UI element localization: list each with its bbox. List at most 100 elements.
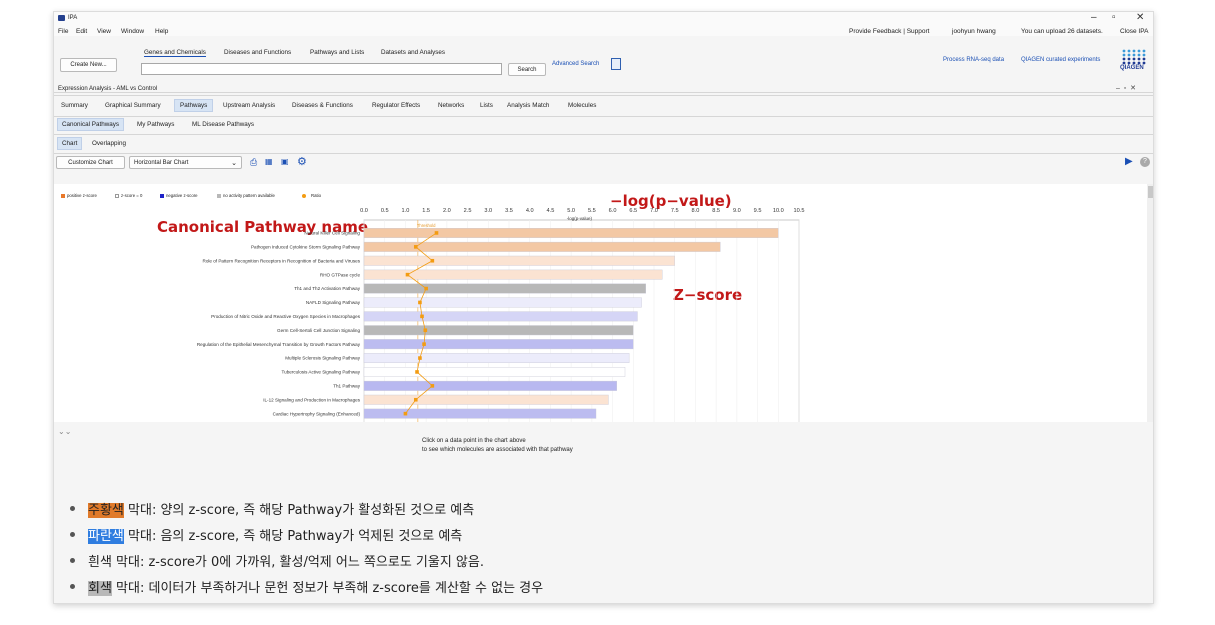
pathway-label: Th1 and Th2 Activation Pathway — [294, 286, 361, 291]
tab-summary[interactable]: Summary — [61, 102, 88, 109]
image-export-icon[interactable]: ▣ — [281, 157, 289, 166]
x-tick-label: 1.5 — [422, 208, 430, 214]
pathway-label: Multiple Sclerosis Signaling Pathway — [285, 356, 361, 361]
x-tick-label: 8.0 — [692, 208, 700, 214]
pathway-label: Natural Killer Cell Signaling — [304, 231, 360, 236]
tab-lists[interactable]: Lists — [480, 102, 493, 109]
search-tab-datasets[interactable]: Datasets and Analyses — [381, 49, 445, 56]
restore-icon[interactable]: ▫ — [1112, 12, 1116, 23]
tab-graphical-summary[interactable]: Graphical Summary — [105, 102, 161, 109]
create-new-button[interactable]: Create New... — [60, 58, 117, 72]
export-icon[interactable]: ▦ — [265, 157, 273, 166]
threshold-label: Threshold — [417, 223, 436, 228]
ratio-point — [413, 245, 418, 249]
divider — [54, 134, 1153, 135]
pathway-label: Th1 Pathway — [333, 383, 361, 388]
minimize-icon[interactable]: – — [1091, 12, 1097, 23]
gear-icon[interactable]: ⚙ — [297, 155, 307, 168]
pathway-label: Role of Pattern Recognition Receptors in… — [203, 258, 361, 263]
x-tick-label: 0.0 — [360, 208, 368, 214]
analysis-title: Expression Analysis - AML vs Control — [58, 86, 158, 92]
x-axis-label: -log(p-value) — [567, 216, 593, 221]
ratio-point — [430, 258, 435, 263]
advanced-search-link[interactable]: Advanced Search — [552, 61, 599, 67]
play-icon[interactable]: ▶ — [1125, 156, 1133, 167]
tab-pathways[interactable]: Pathways — [174, 99, 214, 112]
x-tick-label: 4.0 — [526, 208, 534, 214]
note-text: 막대: 데이터가 부족하거나 문헌 정보가 부족해 z-score를 계산할 수… — [111, 581, 544, 596]
x-tick-label: 1.0 — [402, 208, 410, 214]
menu-view[interactable]: View — [97, 28, 111, 35]
menu-bar: File Edit View Window Help Provide Feedb… — [54, 25, 1153, 36]
search-tab-pathways[interactable]: Pathways and Lists — [310, 49, 364, 56]
bullet-dot — [70, 584, 75, 589]
search-tab-diseases[interactable]: Diseases and Functions — [224, 49, 291, 56]
note-text: 막대: 양의 z-score, 즉 해당 Pathway가 활성화된 것으로 예… — [123, 503, 475, 518]
tab-diseases-functions[interactable]: Diseases & Functions — [292, 102, 353, 109]
x-tick-label: 6.5 — [629, 208, 637, 214]
analysis-window-controls[interactable]: – ▫ ✕ — [1116, 84, 1136, 92]
ipa-window: IPA – ▫ ✕ File Edit View Window Help Pro… — [53, 11, 1154, 604]
menu-file[interactable]: File — [58, 28, 68, 35]
menu-help[interactable]: Help — [155, 28, 168, 35]
ratio-point — [413, 397, 418, 402]
chart-type-value: Horizontal Bar Chart — [134, 159, 189, 166]
chevron-down-icon: ⌄ — [231, 159, 237, 167]
highlight-blue: 파란색 — [88, 529, 124, 544]
tab-my-pathways[interactable]: My Pathways — [137, 121, 174, 128]
divider — [54, 153, 1153, 154]
bullet-dot — [70, 532, 75, 537]
x-tick-label: 5.5 — [588, 208, 596, 214]
pathway-bar — [363, 408, 597, 419]
ratio-point — [415, 370, 419, 374]
close-icon[interactable]: ✕ — [1136, 12, 1144, 23]
process-rnaseq-link[interactable]: Process RNA-seq data — [943, 57, 1004, 63]
user-name[interactable]: joohyun hwang — [952, 28, 996, 35]
search-input[interactable] — [141, 63, 502, 75]
advanced-search-icon[interactable] — [611, 58, 621, 70]
tab-ml-disease-pathways[interactable]: ML Disease Pathways — [192, 121, 254, 128]
pathway-bar — [363, 297, 642, 308]
help-icon[interactable]: ? — [1140, 157, 1150, 167]
chart-type-select[interactable]: Horizontal Bar Chart ⌄ — [129, 156, 242, 169]
tab-canonical-pathways[interactable]: Canonical Pathways — [57, 118, 125, 131]
hint-line-2: to see which molecules are associated wi… — [422, 447, 573, 453]
menu-window[interactable]: Window — [121, 28, 144, 35]
close-ipa-link[interactable]: Close IPA — [1120, 28, 1148, 35]
search-tab-genes[interactable]: Genes and Chemicals — [144, 49, 206, 57]
x-tick-label: 4.5 — [547, 208, 555, 214]
ratio-point — [423, 328, 428, 333]
pathway-label: Pathogen Induced Cytokine Storm Signalin… — [251, 244, 361, 249]
x-tick-label: 7.0 — [650, 208, 658, 214]
ratio-point — [420, 314, 424, 319]
collapse-icon[interactable]: ⌄⌄ — [58, 427, 71, 436]
customize-chart-button[interactable]: Customize Chart — [56, 156, 125, 169]
app-title: IPA — [68, 15, 78, 21]
qiagen-curated-link[interactable]: QIAGEN curated experiments — [1021, 57, 1100, 63]
note-text: 막대: 음의 z-score, 즉 해당 Pathway가 억제된 것으로 예측 — [123, 529, 463, 544]
ratio-point — [403, 411, 408, 416]
x-tick-label: 8.5 — [712, 208, 720, 214]
feedback-link[interactable]: Provide Feedback | Support — [849, 28, 929, 35]
x-tick-label: 5.0 — [567, 208, 575, 214]
ipa-app-icon — [58, 15, 65, 21]
tab-overlapping[interactable]: Overlapping — [92, 140, 126, 147]
tab-networks[interactable]: Networks — [438, 102, 464, 109]
pathway-bar-chart: 0.0 0.5 1.0 1.5 2.0 2.5 3.0 3.5 4.0 4.5 5.0 5.5 6.0 6… — [197, 208, 804, 422]
scrollbar-thumb[interactable] — [1148, 186, 1153, 198]
analysis-tabs: Summary Graphical Summary Pathways Upstr… — [54, 98, 1153, 114]
vertical-scrollbar[interactable] — [1147, 184, 1153, 422]
search-button[interactable]: Search — [508, 63, 546, 76]
x-tick-label: 7.5 — [671, 208, 679, 214]
menu-edit[interactable]: Edit — [76, 28, 87, 35]
tab-chart[interactable]: Chart — [57, 137, 83, 150]
tab-molecules[interactable]: Molecules — [568, 102, 596, 109]
pathway-bar — [363, 283, 646, 294]
tab-upstream-analysis[interactable]: Upstream Analysis — [223, 102, 275, 109]
details-pane: ⌄⌄ Click on a data point in the chart ab… — [54, 423, 1153, 603]
pathway-label: Regulation of the Epithelial Mesenchymal… — [197, 342, 361, 347]
tab-regulator-effects[interactable]: Regulator Effects — [372, 102, 420, 109]
print-icon[interactable]: ⎙ — [250, 157, 257, 168]
legend-note-gray: 회색 막대: 데이터가 부족하거나 문헌 정보가 부족해 z-score를 계산… — [70, 577, 543, 596]
tab-analysis-match[interactable]: Analysis Match — [507, 102, 549, 109]
